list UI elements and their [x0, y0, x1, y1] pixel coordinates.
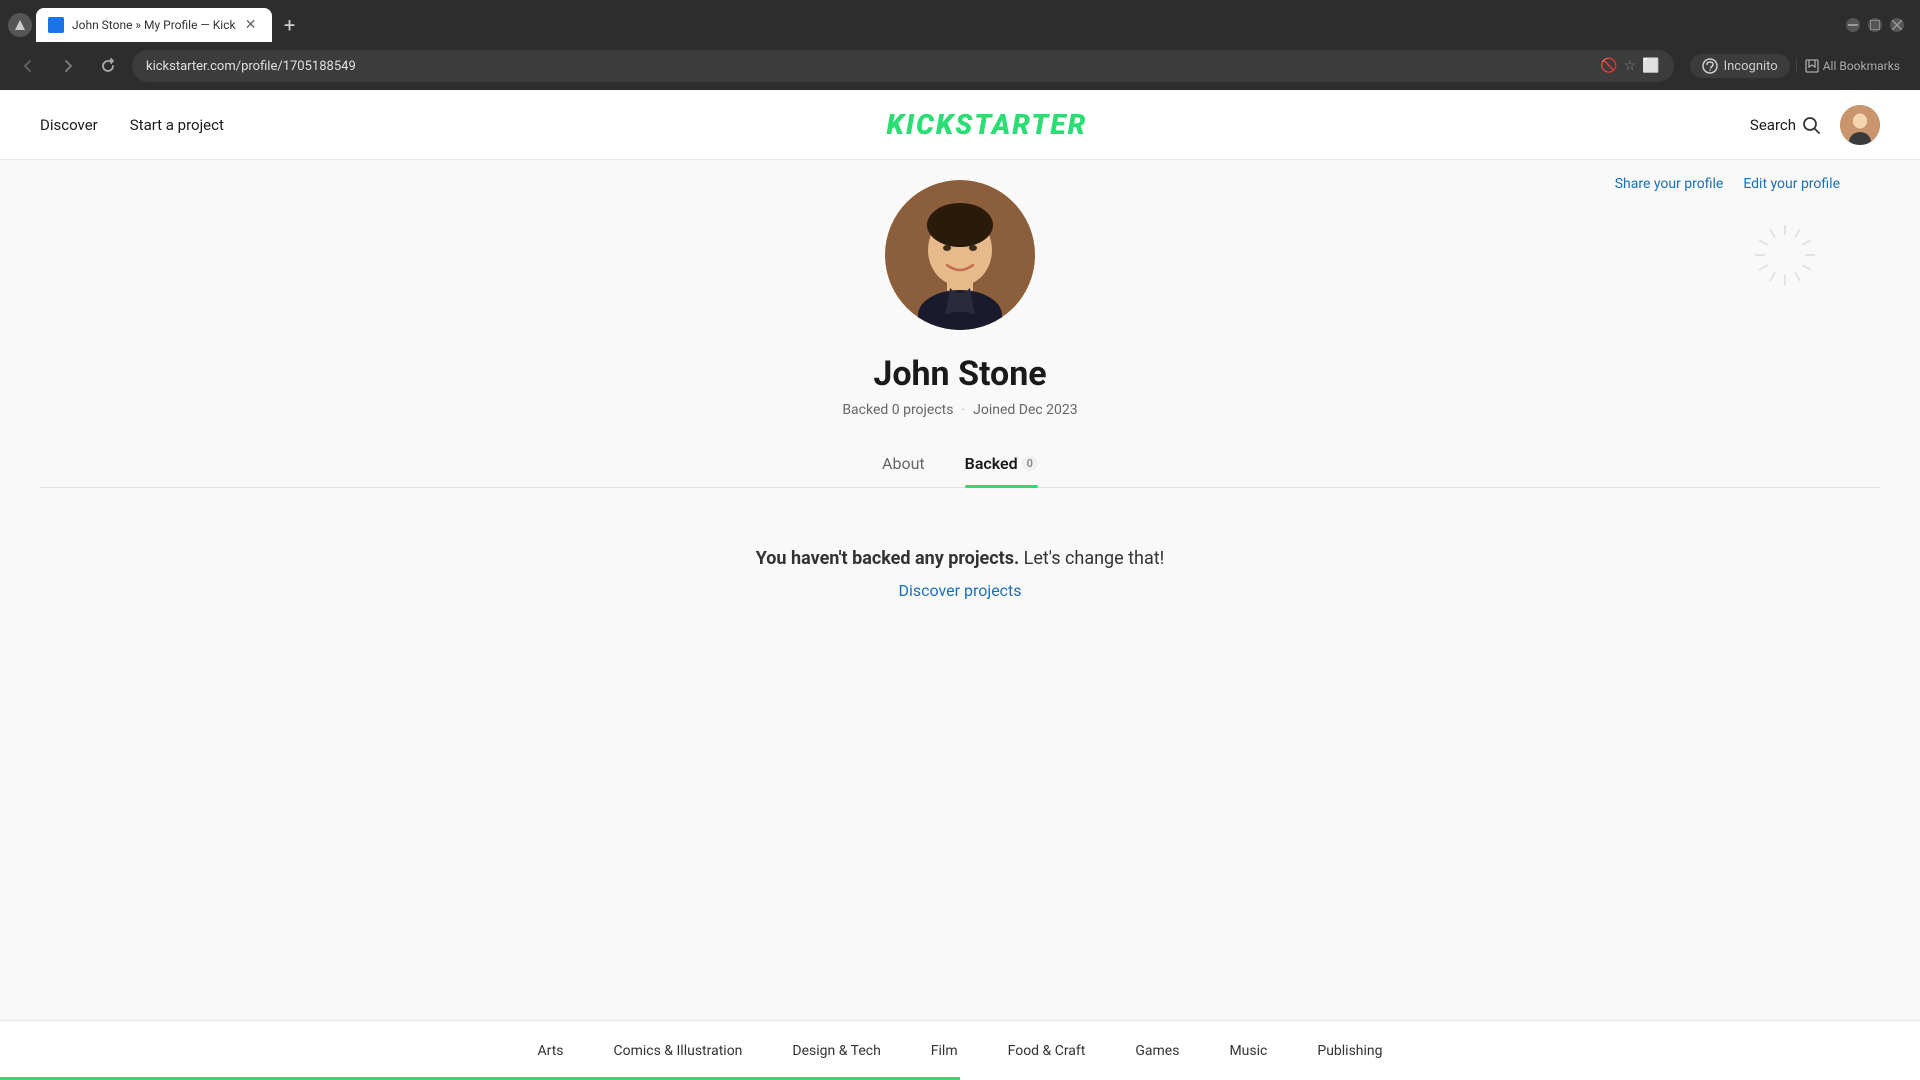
address-bar-row: kickstarter.com/profile/1705188549 🚫 ☆ ⬜… [0, 42, 1920, 90]
new-tab-button[interactable]: + [276, 11, 304, 39]
footer-cat-games[interactable]: Games [1135, 1043, 1179, 1059]
nav-left: Discover Start a project [40, 116, 224, 134]
address-bar[interactable]: kickstarter.com/profile/1705188549 🚫 ☆ ⬜ [132, 50, 1674, 82]
no-backed-message: You haven't backed any projects. Let's c… [580, 548, 1340, 569]
profile-section: Share your profile Edit your profile [0, 160, 1920, 1020]
footer-cat-comics[interactable]: Comics & Illustration [614, 1043, 743, 1059]
footer-categories: Arts Comics & Illustration Design & Tech… [0, 1020, 1920, 1080]
forward-button[interactable] [52, 50, 84, 82]
address-bar-icons: 🚫 ☆ ⬜ [1600, 58, 1659, 74]
logo-center: KICKSTARTER [224, 108, 1750, 141]
maximize-button[interactable] [1868, 18, 1882, 32]
no-backed-strong: You haven't backed any projects. [756, 548, 1019, 569]
no-backed-rest: Let's change that! [1019, 548, 1164, 569]
discover-projects-link[interactable]: Discover projects [580, 581, 1340, 600]
reload-button[interactable] [92, 50, 124, 82]
cast-icon: ⬜ [1642, 58, 1659, 74]
footer-cat-publishing[interactable]: Publishing [1317, 1043, 1382, 1059]
profile-avatar [885, 180, 1035, 330]
nav-right: Search [1750, 105, 1880, 145]
top-nav: Discover Start a project KICKSTARTER Sea… [0, 90, 1920, 160]
profile-actions: Share your profile Edit your profile [1615, 176, 1840, 192]
tab-about[interactable]: About [882, 454, 925, 487]
kickstarter-logo[interactable]: KICKSTARTER [886, 108, 1087, 141]
footer-cat-film[interactable]: Film [931, 1043, 958, 1059]
backed-count: Backed 0 projects [842, 402, 953, 418]
tab-backed[interactable]: Backed 0 [965, 454, 1038, 487]
all-bookmarks-button[interactable]: All Bookmarks [1796, 59, 1908, 73]
eye-slash-icon: 🚫 [1600, 58, 1617, 74]
search-icon [1802, 116, 1820, 134]
footer-cat-arts[interactable]: Arts [537, 1043, 563, 1059]
window-controls [1846, 18, 1912, 32]
incognito-label: Incognito [1724, 59, 1778, 74]
footer-cat-design[interactable]: Design & Tech [792, 1043, 880, 1059]
footer-cat-music[interactable]: Music [1229, 1043, 1267, 1059]
profile-tabs: About Backed 0 [40, 454, 1880, 488]
avatar-face [1840, 105, 1880, 145]
url-text: kickstarter.com/profile/1705188549 [146, 59, 1592, 74]
spinner-decoration [1750, 220, 1820, 290]
browser-chrome: John Stone » My Profile — Kick ✕ + [0, 0, 1920, 90]
incognito-button[interactable]: Incognito [1690, 54, 1790, 78]
browser-actions: Incognito All Bookmarks [1690, 54, 1908, 78]
back-button[interactable] [12, 50, 44, 82]
tab-favicon [48, 17, 64, 33]
start-project-nav-link[interactable]: Start a project [130, 116, 224, 134]
profile-meta: Backed 0 projects · Joined Dec 2023 [842, 402, 1077, 418]
joined-date: Joined Dec 2023 [973, 402, 1078, 418]
search-label: Search [1750, 116, 1796, 134]
profile-avatar-svg [885, 180, 1035, 330]
edit-profile-link[interactable]: Edit your profile [1743, 176, 1840, 192]
footer-cat-food[interactable]: Food & Craft [1008, 1043, 1086, 1059]
tab-bar: John Stone » My Profile — Kick ✕ + [0, 0, 1920, 42]
tab-list-button[interactable] [8, 13, 32, 37]
discover-nav-link[interactable]: Discover [40, 116, 98, 134]
user-avatar[interactable] [1840, 105, 1880, 145]
tab-title: John Stone » My Profile — Kick [72, 18, 236, 32]
main-content: You haven't backed any projects. Let's c… [560, 488, 1360, 660]
profile-name: John Stone [873, 354, 1046, 394]
backed-badge: 0 [1022, 456, 1038, 471]
meta-dot: · [961, 402, 965, 418]
share-profile-link[interactable]: Share your profile [1615, 176, 1724, 192]
active-tab[interactable]: John Stone » My Profile — Kick ✕ [36, 8, 272, 42]
search-button[interactable]: Search [1750, 116, 1820, 134]
all-bookmarks-label: All Bookmarks [1823, 59, 1900, 73]
window-close-button[interactable] [1890, 18, 1904, 32]
minimize-button[interactable] [1846, 18, 1860, 32]
star-icon[interactable]: ☆ [1624, 58, 1637, 74]
tab-close-button[interactable]: ✕ [242, 16, 260, 34]
website: Discover Start a project KICKSTARTER Sea… [0, 90, 1920, 1080]
